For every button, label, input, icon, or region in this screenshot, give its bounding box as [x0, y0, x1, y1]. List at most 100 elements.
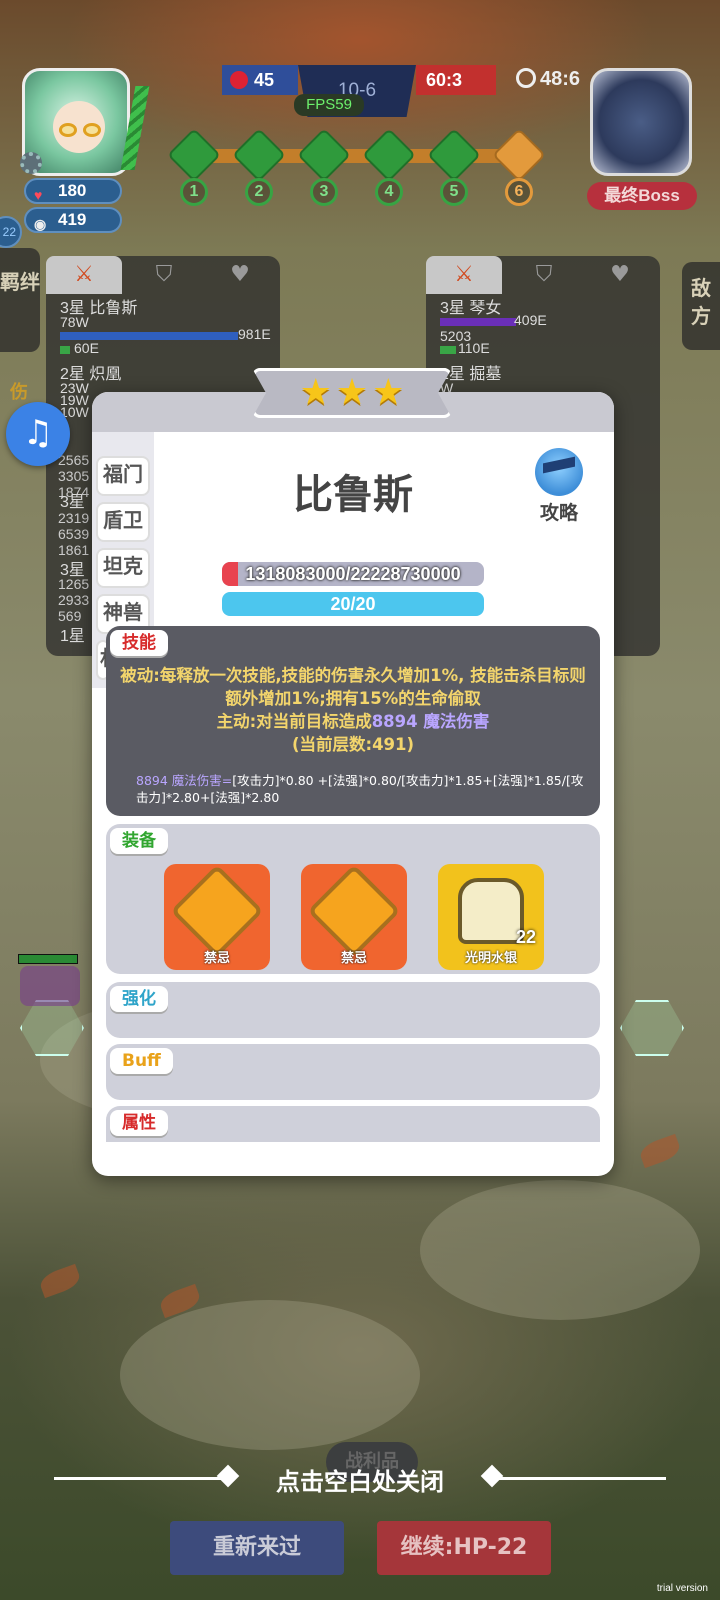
damage-side-value: 6539 — [58, 526, 90, 542]
flame-icon — [230, 71, 248, 89]
guide-button[interactable]: 攻略 — [524, 448, 594, 524]
bond-tab[interactable]: 羁绊 — [0, 248, 40, 352]
star-icon: ★ — [299, 372, 332, 413]
heart-icon: ♥ — [610, 262, 630, 287]
equipment-tag: 装备 — [110, 828, 168, 854]
forbidden-crystal-icon — [307, 864, 401, 958]
hp-bar: 1318083000/22228730000 — [222, 562, 484, 586]
wave-number: 5 — [440, 178, 468, 206]
buff-tag: Buff — [110, 1048, 173, 1074]
heart-icon: ♥ — [34, 187, 43, 203]
skill-passive: 被动:每释放一次技能,技能的伤害永久增加1%, 技能击杀目标则额外增加1%;拥有… — [120, 666, 586, 708]
gear-icon[interactable] — [20, 152, 42, 174]
graduation-cap-icon — [535, 448, 583, 496]
damage-star-label: 3星 — [60, 494, 85, 511]
damage-side-value: 2319 — [58, 510, 90, 526]
coin-stack-icon: ◉ — [34, 216, 47, 232]
damage-bar — [60, 332, 238, 340]
star-icon: ★ — [335, 372, 369, 413]
equipment-count: 22 — [515, 927, 536, 947]
tab-attack[interactable]: ⚔ — [426, 256, 502, 294]
timer-value: 48:6 — [540, 68, 581, 90]
coins-value: 419 — [58, 210, 87, 229]
damage-side-value: 3305 — [58, 468, 90, 484]
damage-bar — [440, 346, 456, 354]
shield-icon: ⛉ — [535, 262, 553, 287]
timer: 48:6 — [516, 68, 580, 91]
skill-active-value: 8894 — [371, 712, 418, 731]
skill-active-suffix: 魔法伤害 — [423, 712, 490, 731]
damage-bar — [440, 318, 516, 326]
damage-row-value: 78W — [60, 314, 89, 330]
coins-counter: ◉ 419 — [24, 207, 122, 233]
hp-text: 1318083000/22228730000 — [245, 564, 461, 584]
damage-row-name: 3星 琴女 — [440, 300, 502, 317]
tab-defense[interactable]: ⛉ — [506, 256, 582, 294]
damage-side-value: 1265 — [58, 576, 90, 592]
background-stone — [120, 1300, 420, 1450]
damage-row-sub: 60E — [74, 340, 99, 356]
unit-health-bar — [18, 954, 78, 964]
damage-bar — [60, 346, 70, 354]
close-hint[interactable]: 点击空白处关闭 — [0, 1462, 720, 1497]
skill-description: 被动:每释放一次技能,技能的伤害永久增加1%, 技能击杀目标则额外增加1%;拥有… — [116, 664, 590, 756]
music-button[interactable]: ♫ — [6, 402, 70, 466]
equipment-slot[interactable]: 禁忌 — [301, 864, 407, 970]
star-rating: ★ ★ ★ — [252, 368, 452, 418]
clock-icon — [516, 68, 536, 88]
fps-counter: FPS59 — [294, 94, 364, 116]
wave-number: 1 — [180, 178, 208, 206]
formula-head: 8894 魔法伤害= — [136, 773, 233, 788]
shield-icon: ⛉ — [155, 262, 173, 287]
skill-layers: (当前层数:491) — [291, 735, 415, 754]
continue-button[interactable]: 继续:HP-22 — [377, 1521, 551, 1575]
hero-detail-modal: ★ ★ ★ 福门 盾卫 坦克 神兽 林 比鲁斯 攻略 1318083000/22… — [92, 368, 614, 1176]
skill-formula: 8894 魔法伤害=[攻击力]*0.80 +[法强]*0.80/[攻击力]*1.… — [136, 772, 588, 806]
skill-section: 技能 被动:每释放一次技能,技能的伤害永久增加1%, 技能击杀目标则额外增加1%… — [106, 626, 600, 816]
damage-side-value: 2565 — [58, 452, 90, 468]
wave-number: 6 — [505, 178, 533, 206]
strengthen-section: 强化 — [106, 982, 600, 1038]
background-stone — [420, 1180, 700, 1320]
equipment-label: 禁忌 — [340, 951, 367, 966]
sword-icon: ⚔ — [74, 262, 94, 287]
boss-avatar[interactable] — [590, 68, 692, 176]
damage-tab-label[interactable]: 伤 — [10, 378, 28, 404]
heart-icon: ♥ — [230, 262, 250, 287]
tab-attack[interactable]: ⚔ — [46, 256, 122, 294]
damage-row-total: 981E — [238, 326, 271, 342]
equipment-slot[interactable]: 禁忌 — [164, 864, 270, 970]
damage-row-total: 409E — [514, 312, 547, 328]
damage-star-label: 1星 — [60, 628, 85, 645]
music-note-icon: ♫ — [22, 413, 54, 453]
tab-heal[interactable]: ♥ — [582, 256, 658, 294]
wave-number: 3 — [310, 178, 338, 206]
enemy-unit[interactable] — [20, 966, 80, 1006]
strengthen-tag: 强化 — [110, 986, 168, 1012]
damage-side-value: 2933 — [58, 592, 90, 608]
skill-active: 主动:对当前目标造成8894 魔法伤害 — [116, 710, 590, 733]
category-tab[interactable]: 坦克 — [96, 548, 150, 588]
mp-bar: 20/20 — [222, 592, 484, 616]
restart-button[interactable]: 重新来过 — [170, 1521, 344, 1575]
guide-label: 攻略 — [539, 502, 578, 524]
star-icon: ★ — [372, 372, 405, 413]
wave-number: 4 — [375, 178, 403, 206]
enemy-tab[interactable]: 敌方 — [682, 262, 720, 350]
glasses-icon — [59, 123, 77, 137]
attribute-tag: 属性 — [110, 1110, 168, 1136]
ally-score-value: 45 — [254, 70, 275, 90]
forbidden-crystal-icon — [170, 864, 264, 958]
buff-section: Buff — [106, 1044, 600, 1100]
damage-row-sub: 110E — [458, 340, 490, 356]
equipment-slot[interactable]: 22 光明水银 — [438, 864, 544, 970]
tab-heal[interactable]: ♥ — [202, 256, 278, 294]
equipment-label: 光明水银 — [464, 951, 517, 966]
attribute-section: 属性 — [106, 1106, 600, 1142]
hearts-counter: ♥ 180 — [24, 178, 122, 204]
mercury-cloak-icon — [458, 878, 524, 944]
tab-defense[interactable]: ⛉ — [126, 256, 202, 294]
skill-active-prefix: 主动:对当前目标造成 — [216, 712, 372, 731]
sword-icon: ⚔ — [454, 262, 474, 287]
equipment-label: 禁忌 — [203, 951, 230, 966]
